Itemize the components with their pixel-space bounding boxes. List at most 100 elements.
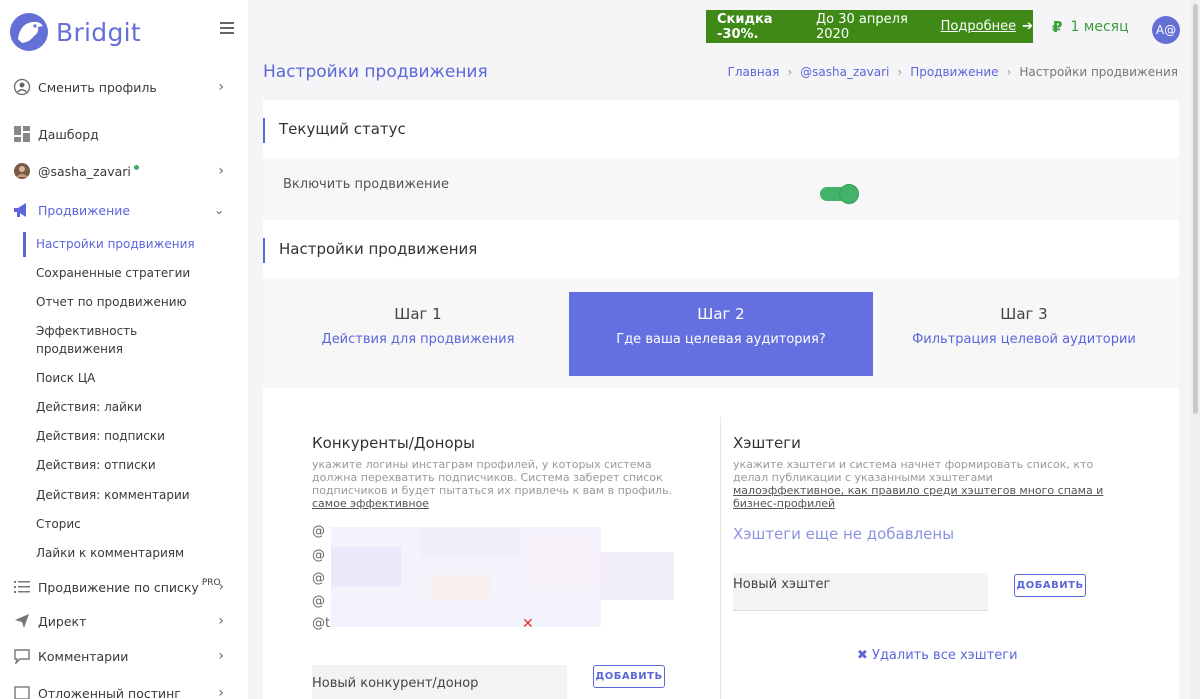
sidebar-subitem-unfollows[interactable]: Действия: отписки [36, 456, 206, 474]
promo-bold: Скидка -30%. [717, 11, 773, 42]
competitor-entry: @ [312, 524, 325, 539]
sidebar-item-label: Комментарии [38, 648, 129, 664]
breadcrumb-account[interactable]: @sasha_zavari [800, 65, 889, 79]
hashtags-hint: укажите хэштеги и система начнет формиро… [733, 458, 1118, 510]
sidebar-subitem-promotion-report[interactable]: Отчет по продвижению [36, 293, 206, 311]
list-icon [12, 577, 32, 597]
sidebar-subitem-stories[interactable]: Сторис [36, 515, 206, 533]
competitors-hint: укажите логины инстаграм профилей, у кот… [312, 458, 692, 510]
competitor-entry: @ [312, 571, 325, 586]
account-avatar [12, 161, 32, 181]
plan-label: 1 месяц [1070, 19, 1129, 35]
step-1-tab[interactable]: Шаг 1 Действия для продвижения [266, 292, 570, 376]
hint-text: укажите логины инстаграм профилей, у кот… [312, 458, 673, 497]
page-scrollbar[interactable] [1191, 0, 1200, 699]
breadcrumb-separator-icon: › [897, 65, 903, 79]
sidebar-item-label: Сменить профиль [38, 79, 157, 95]
bird-logo-icon [10, 13, 48, 51]
column-divider [720, 417, 721, 699]
sidebar-item-label: Продвижение по списку [38, 579, 199, 595]
sidebar-item-label: @sasha_zavari [38, 163, 131, 179]
scheduled-post-icon [12, 683, 32, 699]
promo-link[interactable]: Подробнее [941, 19, 1016, 34]
sidebar-item-label: Отложенный постинг [38, 685, 181, 699]
sidebar-subitem-comment-likes[interactable]: Лайки к комментариям [36, 544, 206, 562]
chevron-right-icon: › [218, 648, 224, 664]
promo-text: До 30 апреля 2020 [816, 11, 908, 42]
online-status-dot [133, 164, 139, 170]
sidebar-item-change-profile[interactable]: Сменить профиль › [12, 77, 232, 97]
chevron-right-icon: › [218, 79, 224, 95]
breadcrumb-current: Настройки продвижения [1019, 65, 1178, 79]
competitor-entry: @t [312, 616, 331, 631]
step-3-tab[interactable]: Шаг 3 Фильтрация целевой аудитории [872, 292, 1176, 376]
section-title: Настройки продвижения [279, 240, 478, 258]
sidebar-subitem-comments[interactable]: Действия: комментарии [36, 486, 206, 504]
breadcrumb-promotion[interactable]: Продвижение [910, 65, 998, 79]
breadcrumb-separator-icon: › [787, 65, 793, 79]
user-switch-icon [12, 77, 32, 97]
sidebar-item-account[interactable]: @sasha_zavari › [12, 161, 232, 181]
chevron-down-icon: ⌄ [213, 203, 224, 217]
delete-all-hashtags-button[interactable]: ✖ Удалить все хэштеги [857, 648, 1018, 663]
add-hashtag-button[interactable]: ДОБАВИТЬ [1014, 574, 1086, 597]
sidebar-subitem-efficiency[interactable]: Эффективность продвижения [36, 322, 156, 358]
sidebar-item-label: Продвижение [38, 202, 131, 218]
hashtag-input[interactable]: Новый хэштег [733, 573, 988, 611]
chevron-right-icon: › [218, 613, 224, 629]
competitors-title: Конкуренты/Доноры [312, 434, 476, 452]
sidebar-item-scheduled[interactable]: Отложенный постинг › [12, 683, 232, 699]
dashboard-icon [12, 124, 32, 144]
sidebar-item-dashboard[interactable]: Дашборд [12, 124, 232, 144]
hint-link: самое эффективное [312, 497, 430, 510]
hint-text: укажите хэштеги и система начнет формиро… [733, 458, 1094, 484]
hashtags-empty-message: Хэштеги еще не добавлены [733, 525, 955, 543]
arrow-right-icon: ➔ [1022, 19, 1033, 34]
add-competitor-button[interactable]: ДОБАВИТЬ [593, 665, 665, 688]
settings-card: Текущий статус Включить продвижение Наст… [263, 100, 1179, 699]
step-2-tab[interactable]: Шаг 2 Где ваша целевая аудитория? [569, 292, 873, 376]
megaphone-icon [12, 200, 32, 220]
promotion-toggle[interactable] [820, 184, 859, 204]
sidebar-item-list-promotion[interactable]: Продвижение по списку PRO › [12, 577, 232, 597]
chevron-right-icon: › [218, 163, 224, 179]
status-section-header: Текущий статус [263, 100, 1179, 158]
chevron-right-icon: › [218, 579, 224, 595]
plan-indicator[interactable]: ₽ 1 месяц [1052, 18, 1129, 36]
hint-link: малоэффективное, как правило среди хэште… [733, 484, 1104, 510]
breadcrumb-home[interactable]: Главная [728, 65, 780, 79]
step-title: Шаг 3 [1000, 305, 1048, 323]
sidebar-item-promotion[interactable]: Продвижение ⌄ [12, 200, 232, 220]
competitor-entry: @ [312, 548, 325, 563]
ruble-icon: ₽ [1052, 18, 1063, 36]
section-title: Текущий статус [279, 120, 406, 138]
sidebar-subitem-saved-strategies[interactable]: Сохраненные стратегии [36, 264, 206, 282]
step-subtitle: Где ваша целевая аудитория? [616, 332, 826, 347]
remove-competitor-icon[interactable]: ✕ [522, 616, 534, 632]
user-avatar[interactable]: A@ [1152, 16, 1180, 44]
menu-toggle-icon[interactable] [220, 22, 234, 34]
sidebar-subitem-audience-search[interactable]: Поиск ЦА [36, 369, 206, 387]
brand-name: Bridgit [56, 17, 141, 47]
step-title: Шаг 2 [697, 305, 745, 323]
sidebar: Bridgit Сменить профиль › Дашборд @sasha… [0, 0, 248, 699]
competitor-input[interactable]: Новый конкурент/донор [312, 665, 567, 699]
toggle-label: Включить продвижение [283, 177, 449, 192]
page-title: Настройки продвижения [263, 62, 488, 82]
sidebar-item-direct[interactable]: Директ › [12, 611, 232, 631]
sidebar-subitem-likes[interactable]: Действия: лайки [36, 398, 206, 416]
chevron-right-icon: › [218, 685, 224, 699]
sidebar-subitem-promotion-settings[interactable]: Настройки продвижения [36, 235, 206, 253]
steps-bar: Шаг 1 Действия для продвижения Шаг 2 Где… [263, 278, 1179, 388]
step-subtitle: Фильтрация целевой аудитории [912, 332, 1136, 347]
sidebar-subitem-follows[interactable]: Действия: подписки [36, 427, 206, 445]
sidebar-item-label: Директ [38, 613, 87, 629]
step-title: Шаг 1 [394, 305, 442, 323]
logo[interactable]: Bridgit [8, 12, 141, 52]
promo-banner[interactable]: Скидка -30%. До 30 апреля 2020 Подробнее… [706, 10, 1033, 43]
breadcrumb: Главная › @sasha_zavari › Продвижение › … [728, 65, 1178, 79]
sidebar-item-comments[interactable]: Комментарии › [12, 646, 232, 666]
redacted-usernames [331, 527, 674, 627]
active-indicator [23, 232, 26, 257]
status-row: Включить продвижение [263, 158, 1179, 220]
